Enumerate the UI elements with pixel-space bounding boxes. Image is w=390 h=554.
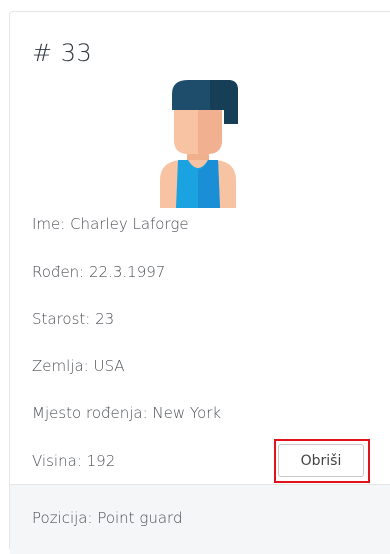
field-height: Visina: 192: [32, 452, 116, 470]
field-name: Ime: Charley Laforge: [32, 215, 189, 233]
field-age: Starost: 23: [32, 310, 115, 328]
player-card: # 33 Ime: Charley Laforge Rođen: 22.3.19…: [9, 11, 390, 554]
player-number: # 33: [32, 39, 93, 67]
delete-button[interactable]: Obriši: [278, 444, 364, 477]
basketball-player-icon: [160, 80, 238, 208]
card-footer: Pozicija: Point guard: [10, 484, 390, 554]
field-position: Pozicija: Point guard: [32, 509, 183, 527]
field-birthdate: Rođen: 22.3.1997: [32, 263, 166, 281]
field-country: Zemlja: USA: [32, 357, 125, 375]
field-birthplace: Mjesto rođenja: New York: [32, 404, 222, 422]
